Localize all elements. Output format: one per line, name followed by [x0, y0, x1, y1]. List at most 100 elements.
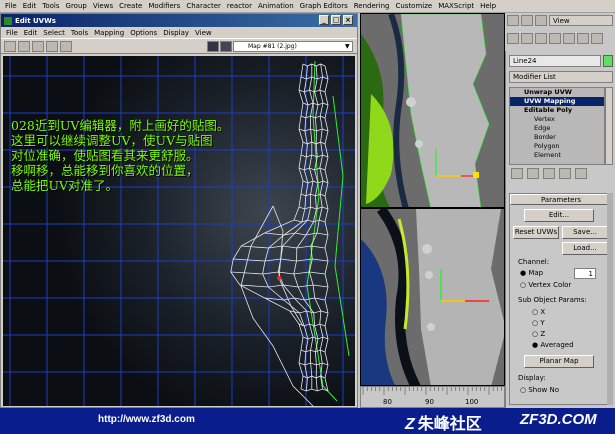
- show-end-result-icon[interactable]: [527, 168, 539, 179]
- close-button[interactable]: ×: [343, 15, 353, 25]
- modifier-stack-item[interactable]: Element: [510, 151, 604, 160]
- main-menu-item[interactable]: Modifiers: [145, 2, 183, 10]
- main-menu-item[interactable]: Create: [116, 2, 145, 10]
- uvw-window-title: Edit UVWs: [15, 16, 56, 25]
- material-editor-icon[interactable]: [535, 33, 547, 44]
- save-button[interactable]: Save...: [562, 226, 608, 239]
- map-dropdown[interactable]: Map #81 (2.jpg): [233, 41, 353, 52]
- uvw-toolbar: Map #81 (2.jpg) ▼: [1, 38, 357, 54]
- command-panel: Line24 Modifier List Unwrap UVW UVW Mappi…: [505, 51, 615, 408]
- reset-uvws-button[interactable]: Reset UVWs: [513, 226, 559, 239]
- stack-scrollbar[interactable]: [605, 87, 613, 165]
- uvw-menu-item[interactable]: Select: [40, 29, 68, 37]
- angle-snap-icon[interactable]: [521, 15, 533, 26]
- percent-snap-icon[interactable]: [535, 15, 547, 26]
- planar-map-button[interactable]: Planar Map: [524, 355, 594, 368]
- axis-z-radio[interactable]: ○ Z: [532, 330, 545, 338]
- overlay-line: 对位准确，使贴图看其来更舒服。: [11, 148, 199, 163]
- uv-canvas-graphics: [3, 56, 355, 406]
- uvw-menu-item[interactable]: Mapping: [91, 29, 127, 37]
- make-unique-icon[interactable]: [543, 168, 555, 179]
- render-icon[interactable]: [577, 33, 589, 44]
- mirror-tool-icon[interactable]: [60, 41, 72, 52]
- modifier-stack-item[interactable]: UVW Mapping: [510, 97, 604, 106]
- modifier-stack-item[interactable]: Edge: [510, 124, 604, 133]
- banner-url[interactable]: http://www.zf3d.com: [98, 414, 195, 425]
- main-menu-item[interactable]: File: [2, 2, 20, 10]
- load-button[interactable]: Load...: [562, 242, 608, 255]
- render-setup-icon[interactable]: [549, 33, 561, 44]
- remove-modifier-icon[interactable]: [559, 168, 571, 179]
- ruler-tick-label: 80: [383, 398, 392, 406]
- time-ruler[interactable]: 80 90 100: [360, 386, 507, 408]
- schematic-icon[interactable]: [521, 33, 533, 44]
- main-menu-item[interactable]: Graph Editors: [297, 2, 351, 10]
- uvw-menu-item[interactable]: Tools: [68, 29, 91, 37]
- viewport-perspective[interactable]: [360, 208, 505, 386]
- main-menu-item[interactable]: Help: [477, 2, 499, 10]
- main-menu-item[interactable]: Views: [90, 2, 116, 10]
- modifier-list-dropdown[interactable]: Modifier List: [509, 71, 613, 83]
- main-menu-item[interactable]: MAXScript: [435, 2, 477, 10]
- curve-editor-icon[interactable]: [507, 33, 519, 44]
- uvw-menu-item[interactable]: View: [192, 29, 215, 37]
- main-menu-item[interactable]: Character: [183, 2, 224, 10]
- axis-averaged-radio[interactable]: ● Averaged: [532, 341, 574, 349]
- modifier-stack-item[interactable]: Polygon: [510, 142, 604, 151]
- parameters-rollout-header[interactable]: Parameters: [510, 194, 612, 205]
- show-no-radio[interactable]: ○ Show No: [520, 386, 559, 394]
- object-color-swatch[interactable]: [603, 55, 613, 67]
- viewport-top[interactable]: [360, 13, 505, 208]
- banner-logo: Z 朱峰社区: [405, 410, 482, 434]
- modifier-stack-item[interactable]: Vertex: [510, 115, 604, 124]
- main-menu-item[interactable]: Tools: [39, 2, 62, 10]
- modifier-stack-item[interactable]: Unwrap UVW: [510, 88, 604, 97]
- vertex-color-radio-label: Vertex Color: [528, 281, 572, 289]
- show-map-icon[interactable]: [220, 41, 232, 52]
- uvw-menu-item[interactable]: Display: [160, 29, 192, 37]
- uvw-menu-bar: File Edit Select Tools Mapping Options Display…: [1, 27, 357, 38]
- main-menu-item[interactable]: Animation: [255, 2, 297, 10]
- main-menu-item[interactable]: Edit: [20, 2, 40, 10]
- show-no-label: Show No: [528, 386, 559, 394]
- render-last-icon[interactable]: [591, 33, 603, 44]
- main-menu-item[interactable]: Group: [63, 2, 90, 10]
- main-menu-item[interactable]: reactor: [224, 2, 255, 10]
- view-dropdown[interactable]: View: [549, 15, 613, 26]
- axis-averaged-label: Averaged: [540, 341, 574, 349]
- overlay-line: 移啊移，总能移到你喜欢的位置，: [11, 163, 199, 178]
- uvw-title-bar[interactable]: Edit UVWs _ □ ×: [1, 14, 357, 27]
- modifier-stack-item[interactable]: Editable Poly: [510, 106, 604, 115]
- chevron-down-icon[interactable]: ▼: [345, 43, 350, 50]
- snap-icon[interactable]: [507, 15, 519, 26]
- uvw-menu-item[interactable]: Options: [127, 29, 160, 37]
- command-panel-scrollbar[interactable]: [607, 193, 613, 405]
- scale-tool-icon[interactable]: [32, 41, 44, 52]
- object-name-field[interactable]: Line24: [509, 55, 601, 67]
- rotate-tool-icon[interactable]: [18, 41, 30, 52]
- freeform-tool-icon[interactable]: [46, 41, 58, 52]
- minimize-button[interactable]: _: [319, 15, 329, 25]
- axis-y-radio[interactable]: ○ Y: [532, 319, 545, 327]
- map-channel-spinner[interactable]: 1: [574, 268, 596, 279]
- overlay-line: 总能把UV对准了。: [11, 178, 119, 193]
- maximize-button[interactable]: □: [331, 15, 341, 25]
- parameters-rollout: Parameters Edit... Reset UVWs Save... Lo…: [509, 193, 613, 405]
- vertex-color-radio[interactable]: ○ Vertex Color: [520, 281, 571, 289]
- uvw-menu-item[interactable]: File: [3, 29, 21, 37]
- map-radio-label: Map: [528, 269, 544, 277]
- quick-render-icon[interactable]: [563, 33, 575, 44]
- edit-button[interactable]: Edit...: [524, 209, 594, 222]
- main-menu-item[interactable]: Rendering: [351, 2, 393, 10]
- map-radio[interactable]: ● Map: [520, 269, 543, 277]
- uv-editor-canvas[interactable]: 028近到UV编辑器，附上画好的贴图。 这里可以继续调整UV，使UV与贴图 对位准确…: [3, 56, 355, 406]
- move-tool-icon[interactable]: [4, 41, 16, 52]
- uv-channel-icon[interactable]: [207, 41, 219, 52]
- uvw-menu-item[interactable]: Edit: [21, 29, 41, 37]
- modifier-stack-item[interactable]: Border: [510, 133, 604, 142]
- pin-stack-icon[interactable]: [511, 168, 523, 179]
- axis-x-radio[interactable]: ○ X: [532, 308, 545, 316]
- main-menu-item[interactable]: Customize: [392, 2, 435, 10]
- configure-sets-icon[interactable]: [575, 168, 587, 179]
- viewport-top-graphics: [361, 14, 504, 207]
